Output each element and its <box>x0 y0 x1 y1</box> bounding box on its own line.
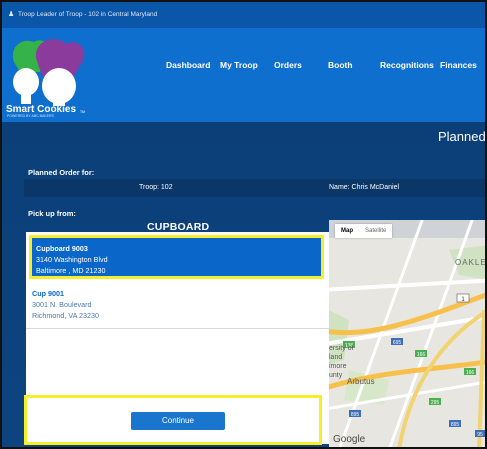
order-info-bar: Troop: 102 Name: Chris McDaniel <box>24 179 485 197</box>
nav-recognitions[interactable]: Recognitions <box>380 60 434 70</box>
nav-orders[interactable]: Orders <box>274 60 302 70</box>
map-label-imore: imore <box>329 363 347 370</box>
location-address: 3001 N. Boulevard <box>32 300 92 309</box>
logo-face-left <box>13 68 39 96</box>
page-title: Planned <box>438 129 486 144</box>
nav-dashboard[interactable]: Dashboard <box>166 60 210 70</box>
continue-button[interactable]: Continue <box>131 412 225 430</box>
map-marker-8-text: 895 <box>351 412 360 418</box>
map-marker-4-text: 166 <box>417 352 426 358</box>
map-marker-5-text: 295 <box>431 400 440 406</box>
account-title: Troop Leader of Troop - 102 in Central M… <box>18 11 158 18</box>
continue-highlight: Continue <box>24 395 322 445</box>
map-label-unty: unty <box>329 372 343 379</box>
list-divider <box>26 328 329 329</box>
location-address: 3140 Washington Blvd <box>36 255 108 264</box>
scout-name: Name: Chris McDaniel <box>329 184 400 191</box>
map-panel[interactable]: 1 138 695 166 295 166 895 895 95 OAKLE e… <box>329 220 487 447</box>
location-name: Cupboard 9003 <box>36 244 88 253</box>
logo-neck-left <box>21 92 31 104</box>
logo-tm: TM <box>80 110 85 114</box>
top-bar: ♟ Troop Leader of Troop - 102 in Central… <box>2 2 485 28</box>
location-card-selected[interactable]: Cupboard 9003 3140 Washington Blvd Balti… <box>29 235 324 279</box>
logo-tagline: POWERED BY ABC BAKERS <box>7 114 54 118</box>
smart-cookies-logo[interactable]: Smart Cookies TM POWERED BY ABC BAKERS <box>4 32 96 118</box>
map-canvas[interactable]: 1 138 695 166 295 166 895 895 95 OAKLE e… <box>329 220 487 447</box>
map-marker-9-text: 95 <box>477 432 483 438</box>
map-type-tabs: Map Satellite <box>335 224 393 238</box>
location-card[interactable]: Cup 9001 3001 N. Boulevard Richmond, VA … <box>32 288 99 321</box>
nav-my-troop[interactable]: My Troop <box>220 60 258 70</box>
map-label-university: ersity of <box>329 345 354 352</box>
google-logo: Google <box>333 434 366 445</box>
map-label-oakle: OAKLE <box>455 258 487 267</box>
map-marker-6-text: 166 <box>466 370 475 376</box>
satellite-tab[interactable]: Satellite <box>359 224 392 238</box>
map-label-land: land <box>329 354 342 361</box>
nav-finances[interactable]: Finances <box>440 60 477 70</box>
map-marker-3-text: 695 <box>393 340 402 346</box>
header: Smart Cookies TM POWERED BY ABC BAKERS D… <box>2 28 485 122</box>
map-label-arbutus: Arbutus <box>347 377 375 386</box>
user-icon: ♟ <box>8 11 15 18</box>
location-name: Cup 9001 <box>32 289 64 298</box>
troop-number: Troop: 102 <box>139 184 173 191</box>
pickup-label: Pick up from: <box>28 209 76 218</box>
planned-order-label: Planned Order for: <box>28 168 95 177</box>
location-city: Baltimore , MD 21230 <box>36 266 106 275</box>
map-marker-7-text: 895 <box>451 422 460 428</box>
app-frame: ♟ Troop Leader of Troop - 102 in Central… <box>0 0 487 449</box>
nav-booth[interactable]: Booth <box>328 60 353 70</box>
location-city: Richmond, VA 23230 <box>32 311 99 320</box>
map-tab[interactable]: Map <box>335 224 359 238</box>
